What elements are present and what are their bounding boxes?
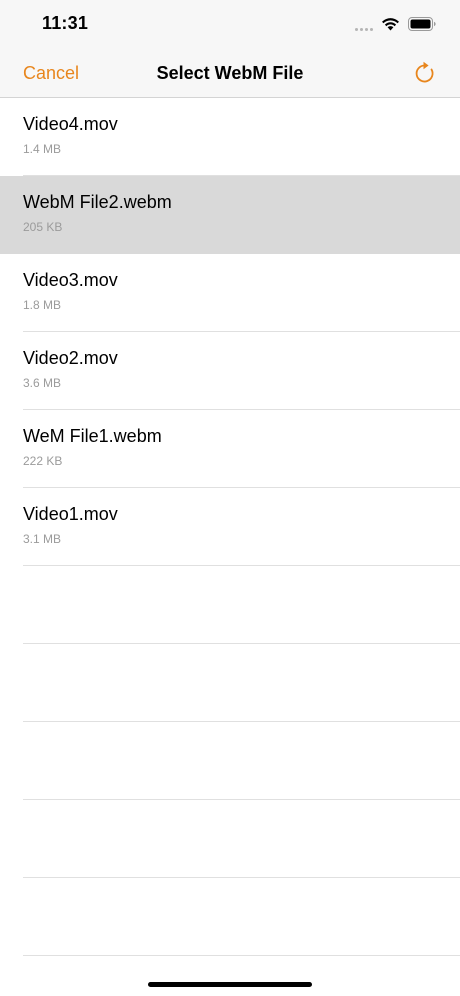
file-size: 1.4 MB [23, 142, 62, 156]
file-name: Video1.mov [23, 504, 118, 524]
file-row-selected[interactable]: WebM File2.webm 205 KB [0, 176, 460, 254]
home-indicator[interactable] [148, 982, 312, 987]
empty-row [0, 644, 460, 722]
file-row[interactable]: Video2.mov 3.6 MB [0, 332, 460, 410]
top-bar: 11:31 Cancel Select WebM File [0, 0, 460, 98]
file-row[interactable]: Video3.mov 1.8 MB [0, 254, 460, 332]
status-icons [355, 16, 436, 32]
file-size: 1.8 MB [23, 298, 62, 312]
file-row[interactable]: Video4.mov 1.4 MB [0, 98, 460, 176]
wifi-icon [382, 18, 399, 31]
file-picker-screen: 11:31 Cancel Select WebM File Video4.mov… [0, 0, 460, 996]
empty-row [0, 566, 460, 644]
status-time: 11:31 [42, 13, 89, 33]
navigation-bar: Cancel Select WebM File [0, 48, 460, 98]
file-row[interactable]: WeM File1.webm 222 KB [0, 410, 460, 488]
empty-row [0, 878, 460, 956]
file-name: Video3.mov [23, 270, 118, 290]
battery-icon [408, 17, 436, 31]
refresh-icon[interactable] [412, 60, 438, 86]
cellular-signal-icon [355, 17, 373, 31]
file-size: 205 KB [23, 220, 63, 234]
file-name: WebM File2.webm [23, 192, 172, 212]
file-size: 3.6 MB [23, 376, 62, 390]
file-name: Video4.mov [23, 114, 118, 134]
file-size: 222 KB [23, 454, 63, 468]
file-name: Video2.mov [23, 348, 118, 368]
file-size: 3.1 MB [23, 532, 62, 546]
page-title: Select WebM File [156, 63, 304, 83]
empty-row [0, 800, 460, 878]
file-name: WeM File1.webm [23, 426, 162, 446]
file-row[interactable]: Video1.mov 3.1 MB [0, 488, 460, 566]
empty-row [0, 722, 460, 800]
file-list: Video4.mov 1.4 MB WebM File2.webm 205 KB… [0, 98, 460, 956]
status-bar: 11:31 [0, 0, 460, 48]
